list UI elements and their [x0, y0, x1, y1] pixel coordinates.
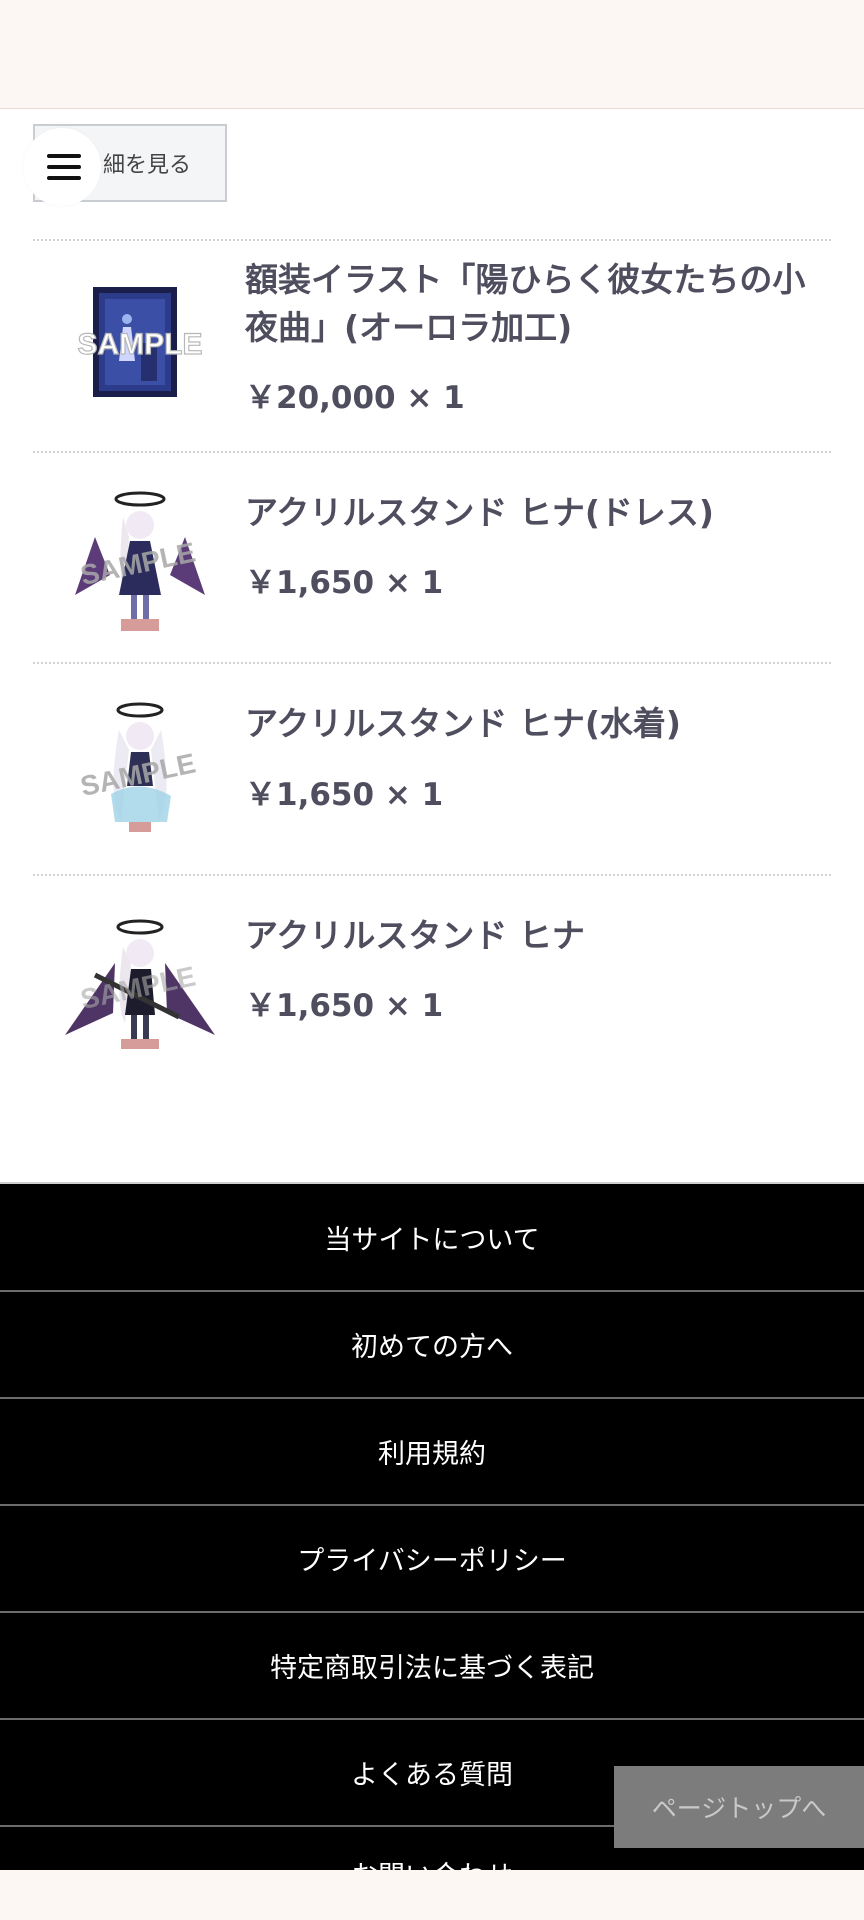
product-name[interactable]: アクリルスタンド ヒナ(水着) — [245, 700, 825, 748]
product-price: ￥20,000 × 1 — [245, 380, 465, 416]
footer-link-privacy[interactable]: プライバシーポリシー — [0, 1505, 864, 1613]
product-name[interactable]: アクリルスタンド ヒナ — [245, 912, 825, 960]
divider — [33, 239, 831, 241]
svg-text:SAMPLE: SAMPLE — [77, 328, 202, 361]
product-thumbnail-acrylic-stand[interactable]: SAMPLE — [55, 905, 225, 1075]
view-details-label: 細を見る — [102, 153, 191, 178]
product-name[interactable]: アクリルスタンド ヒナ(ドレス) — [245, 489, 825, 537]
menu-button[interactable] — [23, 128, 101, 206]
page-top-button[interactable]: ページトップへ — [614, 1766, 864, 1848]
product-price: ￥1,650 × 1 — [245, 988, 444, 1024]
divider — [33, 874, 831, 876]
header-bar — [0, 0, 864, 109]
divider — [33, 451, 831, 453]
footer-link-about[interactable]: 当サイトについて — [0, 1184, 864, 1292]
product-price: ￥1,650 × 1 — [245, 777, 444, 813]
footer-link-terms[interactable]: 利用規約 — [0, 1398, 864, 1506]
bottom-bar — [0, 1870, 864, 1920]
product-thumbnail-acrylic-stand-dress[interactable]: SAMPLE — [55, 477, 225, 647]
product-name[interactable]: 額装イラスト「陽ひらく彼女たちの小 夜曲」(オーロラ加工) — [245, 256, 825, 352]
product-thumbnail-framed-illustration[interactable]: SAMPLE — [55, 257, 225, 427]
footer-link-first-time[interactable]: 初めての方へ — [0, 1291, 864, 1399]
divider — [33, 662, 831, 664]
product-price: ￥1,650 × 1 — [245, 565, 444, 601]
footer-link-commercial-law[interactable]: 特定商取引法に基づく表記 — [0, 1612, 864, 1720]
product-thumbnail-acrylic-stand-swimsuit[interactable]: SAMPLE — [55, 690, 225, 860]
